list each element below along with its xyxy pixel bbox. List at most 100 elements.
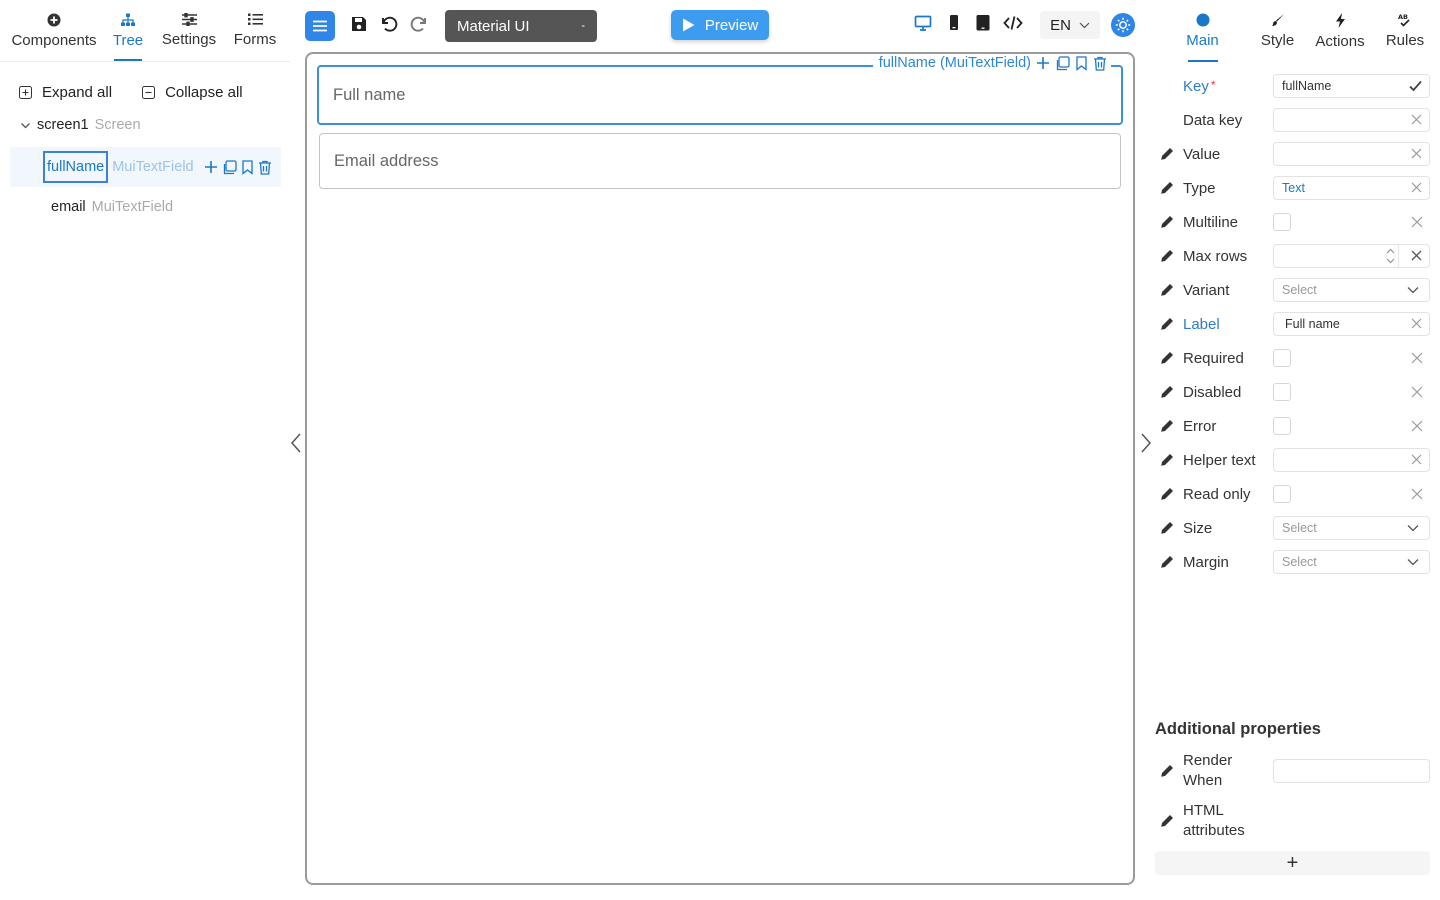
bookmark-icon[interactable] (1075, 55, 1088, 71)
pencil-icon[interactable] (1160, 249, 1174, 263)
duplicate-icon[interactable] (222, 159, 237, 175)
desktop-icon (914, 14, 932, 32)
trash-icon[interactable] (258, 160, 272, 175)
required-checkbox[interactable] (1273, 349, 1291, 367)
label-input-value: Full name (1285, 317, 1340, 331)
tree-node-fullname[interactable]: fullName MuiTextField (10, 147, 281, 187)
tab-main[interactable]: Main (1150, 0, 1255, 62)
fullname-field[interactable]: Full name fullName (MuiTextField) (317, 55, 1123, 125)
play-icon (682, 18, 695, 32)
selection-tag: fullName (MuiTextField) (872, 55, 1111, 71)
error-checkbox[interactable] (1273, 417, 1291, 435)
library-select[interactable]: Material UI - (445, 10, 597, 42)
pencil-icon[interactable] (1160, 814, 1174, 828)
tab-settings[interactable]: Settings (148, 0, 230, 61)
tab-forms[interactable]: Forms (230, 0, 280, 61)
key-input[interactable]: fullName (1273, 74, 1430, 98)
prop-label: HTML attributes (1183, 802, 1245, 839)
preview-button[interactable]: Preview (671, 10, 769, 40)
theme-toggle-button[interactable] (1111, 13, 1135, 37)
stepper-icon[interactable] (1386, 247, 1395, 265)
data-key-input[interactable] (1273, 108, 1430, 132)
tab-tree[interactable]: Tree (108, 0, 148, 61)
pencil-icon[interactable] (1160, 317, 1174, 331)
menu-button[interactable] (305, 11, 335, 41)
size-select[interactable]: Select (1273, 516, 1430, 540)
multiline-checkbox[interactable] (1273, 213, 1291, 231)
clear-icon[interactable] (1411, 420, 1423, 432)
desktop-view-button[interactable] (914, 14, 936, 36)
prop-label: Data key (1183, 111, 1243, 129)
pencil-icon[interactable] (1160, 487, 1174, 501)
pencil-icon[interactable] (1160, 181, 1174, 195)
clear-icon[interactable] (1411, 114, 1422, 125)
mobile-view-button[interactable] (945, 14, 967, 36)
undo-button[interactable] (379, 14, 401, 36)
pencil-icon[interactable] (1160, 283, 1174, 297)
chevron-down-icon[interactable] (20, 120, 31, 131)
tab-style[interactable]: Style (1260, 0, 1295, 62)
chevron-down-icon (1407, 558, 1419, 566)
clear-icon[interactable] (1411, 454, 1422, 465)
code-view-button[interactable] (1003, 14, 1025, 36)
label-input[interactable]: Full name (1273, 312, 1430, 336)
code-icon (1003, 14, 1023, 32)
max-rows-input[interactable] (1273, 244, 1430, 268)
pencil-icon[interactable] (1160, 385, 1174, 399)
email-field[interactable]: Email address (319, 133, 1121, 189)
tree-root-screen1[interactable]: screen1 Screen (0, 101, 290, 133)
clear-icon[interactable] (1411, 216, 1423, 228)
properties-panel: Main Style Actions AB Rules Key * fullNam… (1150, 0, 1440, 900)
pencil-icon[interactable] (1160, 147, 1174, 161)
redo-button[interactable] (409, 14, 431, 36)
tree-node-key[interactable]: fullName (43, 151, 109, 183)
save-button[interactable] (349, 14, 371, 36)
pencil-icon[interactable] (1160, 764, 1174, 778)
prop-label: Error (1183, 417, 1217, 435)
tree-node-email[interactable]: email MuiTextField (10, 187, 281, 227)
tab-rules[interactable]: AB Rules (1385, 0, 1425, 62)
add-icon[interactable] (1036, 56, 1050, 70)
helper-text-input[interactable] (1273, 448, 1430, 472)
add-icon[interactable] (204, 160, 218, 175)
add-attribute-button[interactable]: + (1155, 851, 1430, 875)
prop-label: Key * (1183, 77, 1216, 95)
read-only-checkbox[interactable] (1273, 485, 1291, 503)
bookmark-icon[interactable] (241, 159, 254, 175)
pencil-icon[interactable] (1160, 453, 1174, 467)
value-input[interactable] (1273, 142, 1430, 166)
collapse-left-panel-button[interactable] (289, 432, 305, 454)
pencil-icon[interactable] (1160, 215, 1174, 229)
pencil-icon[interactable] (1160, 521, 1174, 535)
pencil-icon[interactable] (1160, 419, 1174, 433)
clear-icon[interactable] (1411, 182, 1422, 193)
type-input[interactable]: Text (1273, 176, 1430, 200)
clear-icon[interactable] (1411, 352, 1423, 364)
tab-components[interactable]: Components (0, 0, 108, 61)
expand-all-button[interactable]: Expand all (19, 84, 112, 101)
tablet-view-button[interactable] (974, 14, 996, 36)
collapse-all-label: Collapse all (165, 84, 243, 101)
language-select[interactable]: EN (1040, 11, 1100, 39)
tab-actions[interactable]: Actions (1295, 0, 1385, 62)
margin-select[interactable]: Select (1273, 550, 1430, 574)
pencil-icon[interactable] (1160, 555, 1174, 569)
disabled-checkbox[interactable] (1273, 383, 1291, 401)
divider (1398, 245, 1399, 267)
duplicate-icon[interactable] (1055, 55, 1070, 71)
clear-icon[interactable] (1411, 318, 1422, 329)
check-icon[interactable] (1409, 80, 1422, 92)
pencil-icon[interactable] (1160, 351, 1174, 365)
clear-icon[interactable] (1411, 386, 1423, 398)
collapse-all-button[interactable]: Collapse all (142, 84, 243, 101)
clear-icon[interactable] (1411, 488, 1423, 500)
clear-icon[interactable] (1411, 148, 1422, 159)
variant-select[interactable]: Select (1273, 278, 1430, 302)
tab-label: Forms (233, 31, 277, 48)
tree-node-type: MuiTextField (91, 199, 174, 215)
form-canvas: Full name fullName (MuiTextField) Email … (305, 52, 1135, 885)
field-label: Email address (334, 151, 439, 170)
trash-icon[interactable] (1093, 56, 1107, 71)
clear-icon[interactable] (1411, 250, 1422, 261)
render-when-input[interactable] (1273, 759, 1430, 783)
